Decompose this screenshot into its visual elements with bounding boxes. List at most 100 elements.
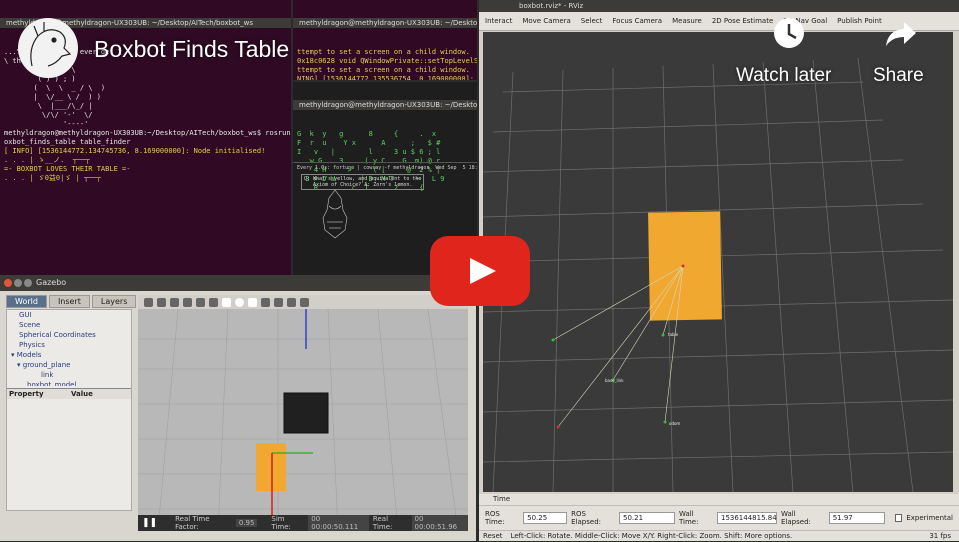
tab-insert[interactable]: Insert [48, 295, 90, 308]
real-time-label: Real Time: [372, 515, 393, 531]
play-button[interactable] [430, 236, 530, 306]
gazebo-window[interactable]: Gazebo World Insert Layers GUI Scene Sph… [0, 275, 476, 541]
terminal-line: =- BOXBOT LOVES THEIR TABLE =- [4, 165, 131, 173]
gazebo-grid [138, 309, 468, 531]
frame-label-table: table [668, 332, 679, 337]
video-title[interactable]: Boxbot Finds Table [94, 36, 289, 63]
clock-icon [774, 18, 804, 48]
watch-later-label: Watch later [736, 65, 832, 86]
world-tree[interactable]: GUI Scene Spherical Coordinates Physics … [6, 309, 132, 511]
redo-icon[interactable] [209, 297, 218, 307]
property-column-header: Property [9, 390, 44, 398]
time-panel: Time ROS Time: 50.25 ROS Elapsed: 50.21 … [479, 494, 959, 541]
real-time-factor-value: 0.95 [235, 519, 258, 527]
terminal-line: I v | l 3 u $ 6 ; l [297, 148, 441, 156]
tool-interact[interactable]: Interact [485, 17, 512, 25]
real-time-factor-label: Real Time Factor: [175, 515, 210, 531]
terminal-log-output: ttempt to set a screen on a child window… [293, 46, 477, 80]
tree-item-scene[interactable]: Scene [7, 320, 131, 330]
tree-item-gui[interactable]: GUI [7, 310, 131, 320]
ros-time-field[interactable]: 50.25 [523, 512, 568, 524]
maximize-icon[interactable] [24, 279, 32, 287]
property-header: Property Value [7, 388, 131, 399]
share-button[interactable]: Share [870, 16, 932, 86]
rviz-status-bar: Reset Left-Click: Rotate. Middle-Click: M… [479, 530, 959, 542]
minimize-icon[interactable] [14, 279, 22, 287]
tree-item-models[interactable]: ▾ Models [7, 350, 131, 360]
terminal-line: ttempt to set a screen on a child window… [297, 48, 470, 56]
frame-label-base-link: base_link [605, 378, 624, 383]
dragon-avatar-icon [30, 22, 72, 67]
select-mode-icon[interactable] [144, 297, 153, 307]
screenshot-icon[interactable] [300, 297, 309, 307]
tree-item-spherical-coordinates[interactable]: Spherical Coordinates [7, 330, 131, 340]
terminal-line: 0x18c0628 void QWindowPrivate::setTopLev… [297, 57, 477, 65]
translate-mode-icon[interactable] [157, 297, 166, 307]
terminal-line: [ INFO] [1536144772.134745736, 8.1690000… [4, 147, 266, 155]
sim-time-label: Sim Time: [271, 515, 291, 531]
rotate-mode-icon[interactable] [170, 297, 179, 307]
sim-time-value: 00 00:00:50.111 [308, 515, 369, 531]
experimental-label: Experimental [906, 514, 953, 522]
light-icon[interactable] [261, 297, 270, 307]
sphere-shape-icon[interactable] [235, 297, 244, 307]
terminal-line: \/\/ '-' \/ [4, 111, 97, 119]
ros-time-label: ROS Time: [485, 510, 505, 526]
tool-measure[interactable]: Measure [672, 17, 702, 25]
terminal-log-title: methyldragon@methyldragon-UX303UB: ~/Des… [293, 18, 477, 28]
rviz-grid: table base_link odom [483, 57, 953, 492]
tab-world[interactable]: World [6, 295, 47, 308]
cylinder-shape-icon[interactable] [248, 297, 257, 307]
tool-focus-camera[interactable]: Focus Camera [612, 17, 662, 25]
rviz-title: boxbot.rviz* - RViz [479, 0, 959, 12]
mouse-hint: Left-Click: Rotate. Middle-Click: Move X… [510, 532, 793, 540]
channel-avatar[interactable] [18, 18, 78, 78]
tool-move-camera[interactable]: Move Camera [522, 17, 570, 25]
ros-elapsed-field[interactable]: 50.21 [618, 512, 675, 524]
terminal-line: ttempt to set a screen on a child window… [297, 66, 470, 74]
terminal-line: . . . | ゞ0益0|ゞ | ┬──┬ [4, 174, 101, 182]
wall-elapsed-field[interactable]: 51.97 [828, 512, 885, 524]
fps-readout: 31 fps [929, 532, 951, 540]
copy-icon[interactable] [274, 297, 283, 307]
terminal-log[interactable]: methyldragon@methyldragon-UX303UB: ~/Des… [293, 0, 477, 80]
share-icon [886, 22, 916, 46]
terminal-line: oxbot_finds_table table_finder [4, 138, 131, 146]
gazebo-titlebar[interactable]: Gazebo [0, 275, 476, 291]
tree-item-physics[interactable]: Physics [7, 340, 131, 350]
box-shape-icon[interactable] [222, 297, 231, 307]
value-column-header: Value [71, 390, 93, 398]
cowsay-dragon-art [322, 189, 348, 239]
pause-icon[interactable]: ❚❚ [142, 518, 157, 528]
close-icon[interactable] [4, 279, 12, 287]
gazebo-tabs: World Insert Layers [6, 295, 138, 308]
watch-status-line: Every 1.0s: fortune | cowsay -f methyldr… [297, 165, 477, 171]
scale-mode-icon[interactable] [183, 297, 192, 307]
wall-elapsed-label: Wall Elapsed: [781, 510, 811, 526]
terminal-line: \ |___/\_/ | [4, 102, 101, 110]
real-time-value: 00 00:00:51.96 [411, 515, 469, 531]
tree-item-boxbot-model[interactable]: boxbot_model [7, 380, 131, 386]
frame-label-odom: odom [669, 421, 680, 426]
time-row: ROS Time: 50.25 ROS Elapsed: 50.21 Wall … [479, 506, 959, 530]
play-icon [470, 258, 496, 284]
paste-icon[interactable] [287, 297, 296, 307]
terminal-line: ( \ \ _ / \ ) [4, 84, 106, 92]
terminal-line: . . . | ゝ__ノ. ┬──┬ [4, 156, 90, 164]
reset-button[interactable]: Reset [483, 532, 503, 540]
undo-icon[interactable] [196, 297, 205, 307]
experimental-checkbox[interactable] [894, 514, 903, 522]
gazebo-3d-view[interactable] [138, 309, 468, 531]
tool-select[interactable]: Select [581, 17, 603, 25]
terminal-line: F r u Y x A ; $ # [297, 139, 441, 147]
terminal-matrix-title: methyldragon@methyldragon-UX303UB: ~/Des… [293, 100, 477, 110]
tree-item-link[interactable]: link [7, 370, 131, 380]
watch-later-button[interactable]: Watch later [736, 16, 844, 86]
tab-layers[interactable]: Layers [91, 295, 137, 308]
terminal-line: methyldragon@methyldragon-UX303UB:~/Desk… [4, 129, 291, 137]
wall-time-field[interactable]: 1536144815.84 [716, 512, 778, 524]
tree-item-ground-plane[interactable]: ▾ ground_plane [7, 360, 131, 370]
wall-time-label: Wall Time: [678, 510, 699, 526]
share-label: Share [873, 65, 924, 86]
rviz-3d-view[interactable]: table base_link odom [483, 32, 953, 492]
